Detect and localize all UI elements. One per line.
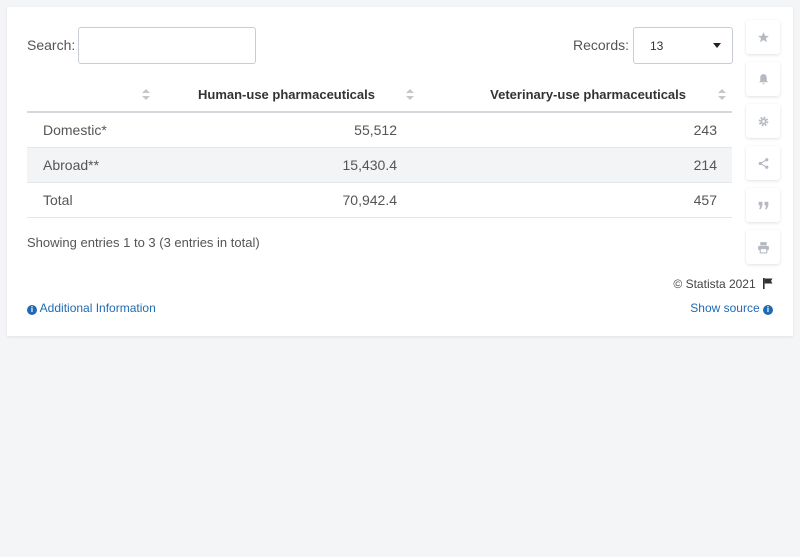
cell-human: 55,512 xyxy=(154,112,421,148)
table-row: Domestic* 55,512 243 xyxy=(27,112,732,148)
cell-veterinary: 457 xyxy=(421,182,732,218)
column-header-text: Veterinary-use pharmaceuticals xyxy=(490,86,686,102)
row-label: Total xyxy=(27,182,154,218)
share-button[interactable] xyxy=(746,146,780,180)
share-icon xyxy=(758,157,768,169)
records-value: 13 xyxy=(650,39,664,53)
table-row: Total 70,942.4 457 xyxy=(27,182,732,218)
quote-icon xyxy=(758,201,768,209)
star-icon xyxy=(757,31,769,42)
search-label: Search: xyxy=(27,37,76,53)
column-header-text: Human-use pharmaceuticals xyxy=(197,86,375,102)
cell-veterinary: 243 xyxy=(421,112,732,148)
sort-icon xyxy=(406,89,414,101)
data-table: Human-use pharmaceuticals Veterinary-use… xyxy=(27,77,732,218)
print-button[interactable] xyxy=(746,230,780,264)
bell-icon xyxy=(758,73,768,84)
table-header-row: Human-use pharmaceuticals Veterinary-use… xyxy=(27,77,732,113)
row-label: Abroad** xyxy=(27,147,154,183)
chevron-down-icon xyxy=(713,43,721,48)
sort-icon xyxy=(142,89,150,101)
flag-icon[interactable] xyxy=(763,278,773,289)
gear-icon xyxy=(758,116,768,126)
records-select[interactable]: 13 xyxy=(633,27,733,64)
cite-button[interactable] xyxy=(746,188,780,222)
print-icon xyxy=(757,241,769,253)
settings-button[interactable] xyxy=(746,104,780,138)
additional-information-text: Additional Information xyxy=(39,301,156,315)
additional-information-link[interactable]: i Additional Information xyxy=(27,301,156,315)
favorite-button[interactable] xyxy=(746,20,780,54)
show-source-text: Show source xyxy=(690,301,760,315)
statistic-card: Search: Records: 13 Human-use pharmaceut… xyxy=(7,7,793,336)
column-header-human[interactable]: Human-use pharmaceuticals xyxy=(154,77,421,113)
sort-icon xyxy=(718,89,726,101)
info-icon: i xyxy=(763,305,773,315)
copyright: © Statista 2021 xyxy=(673,277,773,291)
row-label: Domestic* xyxy=(27,112,154,148)
sidebar-toolbar xyxy=(746,20,780,272)
records-label: Records: xyxy=(573,37,630,53)
notification-button[interactable] xyxy=(746,62,780,96)
show-source-link[interactable]: Show source i xyxy=(690,301,773,315)
copyright-text: © Statista 2021 xyxy=(673,277,756,291)
column-header-label[interactable] xyxy=(27,77,154,113)
entries-summary: Showing entries 1 to 3 (3 entries in tot… xyxy=(27,235,260,250)
cell-human: 70,942.4 xyxy=(154,182,421,218)
cell-human: 15,430.4 xyxy=(154,147,421,183)
table-row: Abroad** 15,430.4 214 xyxy=(27,147,732,183)
search-input[interactable] xyxy=(78,27,256,64)
info-icon: i xyxy=(27,305,37,315)
cell-veterinary: 214 xyxy=(421,147,732,183)
column-header-veterinary[interactable]: Veterinary-use pharmaceuticals xyxy=(421,77,732,113)
